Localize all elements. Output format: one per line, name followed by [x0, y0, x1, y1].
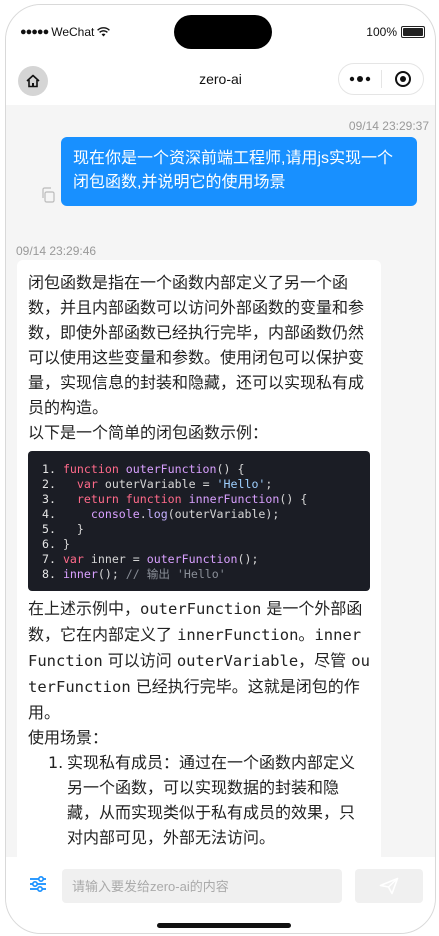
user-message-bubble[interactable]: 现在你是一个资深前端工程师,请用js实现一个闭包函数,并说明它的使用场景: [61, 137, 417, 206]
code-line: 2. var outerVariable = 'Hello';: [42, 477, 273, 491]
battery-percent: 100%: [366, 25, 397, 39]
home-indicator: [157, 923, 291, 928]
code-line: 7. var inner = outerFunction();: [42, 552, 259, 566]
send-icon: [379, 877, 399, 895]
ai-explain-paragraph: 在上述示例中，outerFunction 是一个外部函数，它在内部定义了 inn…: [28, 599, 370, 722]
status-right: 100%: [366, 25, 425, 39]
user-message-time: 09/14 23:29:37: [348, 119, 429, 133]
signal-icon: ●●●●●: [20, 26, 49, 38]
code-line: 1. function outerFunction() {: [42, 462, 245, 476]
phone-frame: ●●●●● WeChat 100% zero-ai 09/14 23:29:37…: [5, 4, 436, 934]
user-message-text: 现在你是一个资深前端工程师,请用js实现一个闭包函数,并说明它的使用场景: [73, 150, 394, 191]
close-button[interactable]: [382, 64, 423, 94]
home-icon: [26, 74, 40, 88]
code-line: 6. }: [42, 537, 70, 551]
chat-area[interactable]: 09/14 23:29:37 现在你是一个资深前端工程师,请用js实现一个闭包函…: [6, 105, 435, 875]
nav-bar: zero-ai: [6, 53, 435, 105]
usage-list: 1. 实现私有成员：通过在一个函数内部定义另一个函数，可以实现数据的封装和隐藏，…: [28, 750, 370, 850]
more-button[interactable]: [339, 64, 381, 94]
ai-example-intro: 以下是一个简单的闭包函数示例：: [28, 423, 269, 442]
close-target-icon: [394, 71, 411, 87]
ai-message-bubble[interactable]: 闭包函数是指在一个函数内部定义了另一个函数，并且内部函数可以访问外部函数的变量和…: [17, 260, 381, 875]
ai-message-time: 09/14 23:29:46: [16, 244, 97, 258]
battery-icon: [401, 26, 425, 38]
code-line: 4. console.log(outerVariable);: [42, 507, 280, 521]
ai-intro-paragraph: 闭包函数是指在一个函数内部定义了另一个函数，并且内部函数可以访问外部函数的变量和…: [28, 273, 365, 417]
code-block[interactable]: 1. function outerFunction() { 2. var out…: [28, 451, 370, 591]
wifi-icon: [97, 27, 111, 37]
list-item: 1. 实现私有成员：通过在一个函数内部定义另一个函数，可以实现数据的封装和隐藏，…: [48, 753, 356, 847]
input-bar: [6, 857, 435, 933]
camera-notch: [174, 15, 272, 49]
settings-sliders-icon[interactable]: [28, 874, 48, 894]
copy-icon[interactable]: [40, 187, 56, 203]
send-button[interactable]: [355, 869, 423, 903]
code-line: 8. inner(); // 输出 'Hello': [42, 567, 226, 581]
code-line: 3. return function innerFunction() {: [42, 492, 308, 506]
home-button[interactable]: [18, 66, 48, 96]
ai-usage-title: 使用场景：: [28, 728, 109, 747]
more-dots-icon: [349, 76, 371, 82]
status-bar: ●●●●● WeChat 100%: [6, 5, 435, 53]
status-left: ●●●●● WeChat: [20, 25, 111, 39]
carrier-label: WeChat: [51, 25, 95, 39]
message-input[interactable]: [62, 869, 342, 903]
mini-program-capsule: [338, 63, 424, 95]
code-line: 5. }: [42, 522, 84, 536]
